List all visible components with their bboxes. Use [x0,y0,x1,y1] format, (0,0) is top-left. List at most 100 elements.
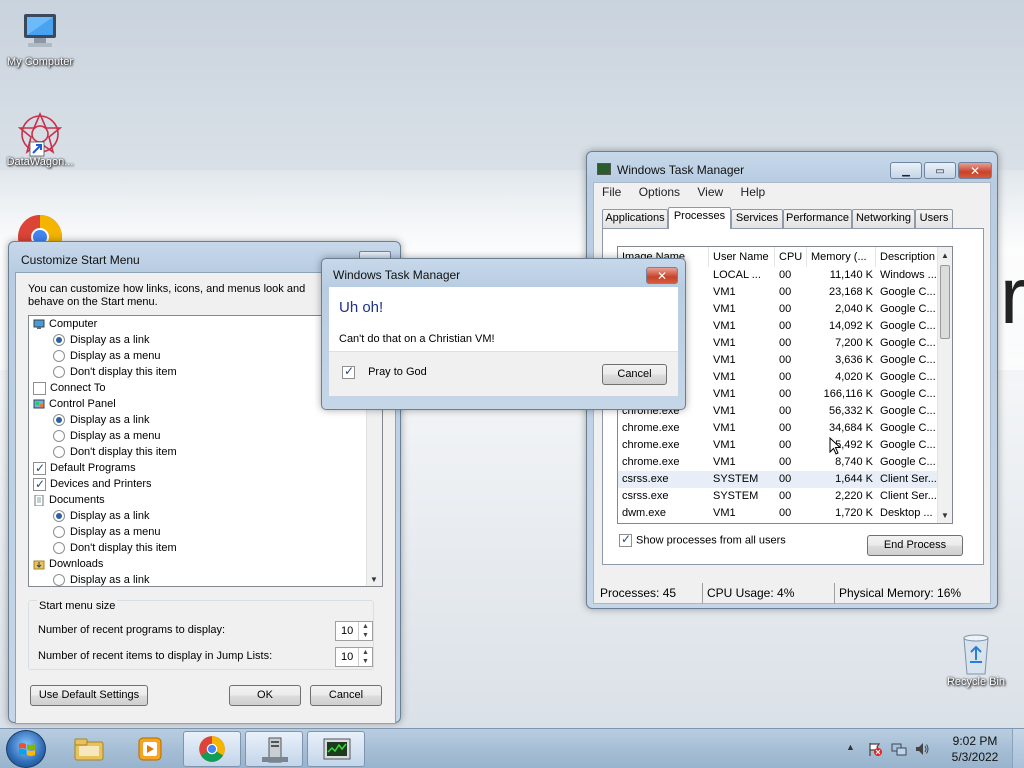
scroll-up-arrow-icon[interactable]: ▲ [941,251,949,260]
start-menu-option-radio[interactable]: Don't display this item [29,540,382,556]
taskbar-explorer[interactable] [60,731,118,767]
dialog-footer: Pray to God Cancel [329,351,678,396]
clock[interactable]: 9:02 PM 5/3/2022 [940,733,1010,765]
table-cell: 2,220 K [835,490,873,502]
tab-applications[interactable]: Applications [602,209,668,228]
scroll-down-arrow-icon[interactable]: ▼ [941,511,949,520]
tab-users[interactable]: Users [915,209,953,228]
show-desktop-button[interactable] [1012,729,1024,768]
start-menu-size-group: Start menu size Number of recent program… [28,600,374,670]
dialog-close-button[interactable]: ✕ [646,267,678,284]
taskbar-server-manager[interactable] [245,731,303,767]
scrollbar-thumb[interactable] [940,265,950,339]
pray-to-god-checkbox[interactable]: Pray to God [342,364,427,379]
table-cell: 00 [779,303,792,315]
process-table-scrollbar[interactable]: ▲ ▼ [937,247,952,523]
start-menu-option-radio[interactable]: Display as a link [29,508,382,524]
dialog-cancel-button[interactable]: Cancel [602,364,667,385]
menu-help[interactable]: Help [741,185,766,199]
tab-networking[interactable]: Networking [852,209,915,228]
option-label: Don't display this item [70,542,177,554]
documents-icon [33,494,49,506]
radio-selected-icon [53,334,65,347]
spinner-arrows-icon[interactable]: ▲ ▼ [358,648,372,666]
network-icon[interactable] [891,741,907,757]
taskbar-task-manager[interactable] [307,731,365,767]
start-menu-option-radio[interactable]: Display as a menu [29,428,382,444]
table-cell: 11,140 K [829,269,873,281]
start-menu-option-radio[interactable]: Display as a menu [29,524,382,540]
radio-unselected-icon [53,430,65,443]
column-description[interactable]: Description [876,247,938,267]
ok-button[interactable]: OK [229,685,301,706]
desktop-icon-my-computer[interactable]: My Computer [0,10,80,68]
column-user-name[interactable]: User Name [709,247,775,267]
cancel-button[interactable]: Cancel [310,685,382,706]
dialog-content: Uh oh! Can't do that on a Christian VM! [329,287,678,351]
menu-file[interactable]: File [602,185,621,199]
column-memory[interactable]: Memory (... [807,247,876,267]
minimize-button[interactable]: ▁ [890,162,922,179]
start-menu-option-radio[interactable]: Don't display this item [29,444,382,460]
close-button[interactable]: ✕ [958,162,992,179]
table-row[interactable]: chrome.exe VM1 00 34,684 K Google C... [618,420,952,437]
spinner-value: 10 [341,651,354,663]
table-cell: VM1 [713,456,736,468]
scroll-down-arrow-icon[interactable]: ▼ [370,575,378,584]
tab-services[interactable]: Services [731,209,783,228]
table-cell: Client Ser... [880,490,937,502]
desktop-icon-recycle-bin[interactable]: Recycle Bin [936,630,1016,688]
tab-processes[interactable]: Processes [668,207,731,229]
task-manager-app-icon [597,163,611,175]
recent-programs-spinner[interactable]: 10 ▲ ▼ [335,621,373,641]
table-cell: 34,684 K [828,422,873,434]
status-physical-memory: Physical Memory: 16% [839,586,962,600]
desktop-icon-datawagon[interactable]: DataWagon... [0,110,80,168]
spinner-arrows-icon[interactable]: ▲ ▼ [358,622,372,640]
computer-icon [16,10,64,54]
action-center-flag-icon[interactable] [867,741,883,757]
start-menu-option-check[interactable]: Default Programs [29,460,382,476]
table-cell: Desktop ... [880,507,933,519]
table-cell: 00 [779,286,792,298]
maximize-button[interactable]: ▭ [924,162,956,179]
table-cell: 2,040 K [835,303,873,315]
table-row[interactable]: chrome.exe VM1 00 8,740 K Google C... [618,454,952,471]
column-cpu[interactable]: CPU [775,247,807,267]
show-hidden-icons-icon[interactable]: ▲ [846,742,855,752]
table-cell: Google C... [880,388,936,400]
system-tray: ▲ 9:02 PM 5/3/2022 [840,729,1024,768]
radio-selected-icon [53,510,65,523]
table-cell: SYSTEM [713,473,759,485]
table-row[interactable]: chrome.exe VM1 00 5,492 K Google C... [618,437,952,454]
table-cell: VM1 [713,388,736,400]
start-menu-option-radio[interactable]: Display as a link [29,412,382,428]
table-cell: 1,720 K [835,507,873,519]
start-menu-option-header[interactable]: Downloads [29,556,382,572]
table-row[interactable]: csrss.exe SYSTEM 00 2,220 K Client Ser... [618,488,952,505]
chrome-icon [199,736,225,762]
volume-icon[interactable] [914,741,930,757]
start-menu-option-header[interactable]: Documents [29,492,382,508]
recent-items-spinner[interactable]: 10 ▲ ▼ [335,647,373,667]
dialog-title: Windows Task Manager [333,268,461,282]
table-row[interactable]: csrss.exe SYSTEM 00 1,644 K Client Ser... [618,471,952,488]
menu-view[interactable]: View [697,185,723,199]
end-process-button[interactable]: End Process [867,535,963,556]
table-cell: SYSTEM [713,490,759,502]
table-row[interactable]: dwm.exe VM1 00 1,720 K Desktop ... [618,505,952,522]
taskbar-chrome[interactable] [183,731,241,767]
show-all-processes-checkbox[interactable]: Show processes from all users [619,532,786,547]
use-default-settings-button[interactable]: Use Default Settings [30,685,148,706]
start-menu-option-check[interactable]: Devices and Printers [29,476,382,492]
window-title: Customize Start Menu [21,253,140,267]
recent-items-label: Number of recent items to display in Jum… [38,650,273,662]
taskbar-media-player[interactable] [121,731,179,767]
start-menu-option-radio[interactable]: Display as a link [29,572,382,586]
radio-unselected-icon [53,526,65,539]
menu-options[interactable]: Options [639,185,680,199]
start-button[interactable] [6,730,46,768]
table-cell: Google C... [880,422,936,434]
tab-performance[interactable]: Performance [783,209,852,228]
table-cell: 7,200 K [835,337,873,349]
